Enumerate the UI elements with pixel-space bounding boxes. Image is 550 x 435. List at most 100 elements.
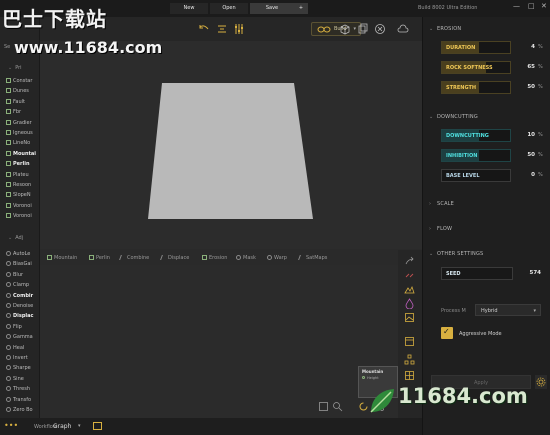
node-graph-canvas[interactable] — [40, 265, 398, 418]
node-shortcut-item[interactable]: Erosion — [202, 255, 227, 261]
settings-button[interactable] — [535, 375, 547, 389]
cloud-icon[interactable] — [397, 23, 409, 35]
fit-screen-icon[interactable] — [318, 401, 329, 412]
sidebar-node-item[interactable]: Transfo — [6, 396, 39, 404]
hierarchy-icon[interactable] — [404, 354, 415, 365]
param-slider[interactable]: ROCK SOFTNESS — [441, 61, 511, 74]
seed-value[interactable]: 574 — [521, 270, 541, 276]
sidebar-node-label: Constar — [13, 78, 33, 84]
param-value[interactable]: 65 — [515, 64, 535, 70]
sidebar-node-item[interactable]: Mountai — [6, 150, 39, 158]
section-scale[interactable]: › SCALE — [429, 201, 454, 207]
sidebar-node-item[interactable]: Blur — [6, 271, 39, 279]
param-value[interactable]: 50 — [515, 152, 535, 158]
maximize-button[interactable]: □ — [528, 2, 535, 10]
node-shortcut-item[interactable]: Warp — [267, 255, 287, 261]
sidebar-node-item[interactable]: Voronoi — [6, 202, 39, 210]
param-slider[interactable]: DOWNCUTTING — [441, 129, 511, 142]
process-mode-select[interactable]: Hybrid ▾ — [475, 304, 541, 316]
sidebar-node-item[interactable]: Fault — [6, 98, 39, 106]
fit-view-icon[interactable] — [216, 23, 228, 35]
sidebar-node-item[interactable]: Zero Bo — [6, 406, 39, 414]
graph-dropdown-icon[interactable]: ▾ — [78, 423, 81, 429]
param-value[interactable]: 50 — [515, 84, 535, 90]
sidebar-node-item[interactable]: Flip — [6, 323, 39, 331]
cube-icon[interactable] — [339, 23, 351, 35]
sidebar-node-item[interactable]: Thresh — [6, 385, 39, 393]
sidebar-node-item[interactable]: BiasGai — [6, 260, 39, 268]
param-slider[interactable]: BASE LEVEL — [441, 169, 511, 182]
sidebar-node-item[interactable]: Plateu — [6, 171, 39, 179]
sidebar-node-item[interactable]: Sharpe — [6, 364, 39, 372]
sidebar-node-item[interactable]: Perlin — [6, 160, 39, 168]
section-other-settings[interactable]: ⌄ OTHER SETTINGS — [429, 251, 483, 257]
minimize-button[interactable]: — — [513, 2, 520, 10]
sidebar-node-item[interactable]: Clamp — [6, 281, 39, 289]
slash-node-icon — [119, 255, 126, 260]
param-slider[interactable]: DURATION — [441, 41, 511, 54]
sidebar-node-item[interactable]: SlopeN — [6, 191, 39, 199]
sidebar-node-item[interactable]: Displac — [6, 312, 39, 320]
sidebar-node-item[interactable]: Constar — [6, 77, 39, 85]
section-adjustments[interactable]: ⌄ Adj — [8, 235, 23, 241]
terrain-icon[interactable] — [404, 284, 415, 295]
sliders-icon[interactable] — [233, 23, 245, 35]
seed-box[interactable]: SEED — [441, 267, 513, 280]
param-slider[interactable]: INHIBITION — [441, 149, 511, 162]
section-downcutting[interactable]: ⌄ DOWNCUTTING — [429, 114, 478, 120]
data-sheet-icon[interactable] — [404, 336, 415, 347]
new-button[interactable]: New — [170, 3, 208, 14]
save-button[interactable]: Save — [250, 3, 294, 14]
node-shortcut-item[interactable]: Perlin — [89, 255, 110, 261]
sidebar-node-item[interactable]: Voronoi — [6, 212, 39, 220]
share-arrow-icon[interactable] — [404, 256, 415, 267]
section-flow[interactable]: › FLOW — [429, 226, 452, 232]
sidebar-node-item[interactable]: Dunes — [6, 87, 39, 95]
zoom-icon[interactable] — [332, 401, 343, 412]
open-button[interactable]: Open — [210, 3, 248, 14]
sidebar-node-item[interactable]: Gradier — [6, 119, 39, 127]
section-primitives[interactable]: ⌄ Pri — [8, 65, 22, 71]
sidebar-node-item[interactable]: LineNo — [6, 139, 39, 147]
param-value[interactable]: 4 — [515, 44, 535, 50]
graph-node-port[interactable]: Height — [359, 376, 397, 380]
sidebar-node-item[interactable]: Combir — [6, 292, 39, 300]
terrain-3d-viewport[interactable] — [40, 41, 422, 249]
sidebar-node-item[interactable]: Gamma — [6, 333, 39, 341]
sidebar-node-item[interactable]: Sine — [6, 375, 39, 383]
sidebar-node-label: SlopeN — [13, 192, 31, 199]
save-options-button[interactable]: + — [294, 3, 308, 14]
node-shortcut-item[interactable]: SatMaps — [298, 255, 327, 261]
param-value[interactable]: 0 — [515, 172, 535, 178]
link-icon[interactable] — [404, 270, 415, 281]
sidebar-node-item[interactable]: Fbr — [6, 108, 39, 116]
param-slider[interactable]: STRENGTH — [441, 81, 511, 94]
menu-dots-icon[interactable]: ••• — [4, 421, 18, 430]
graph-selector[interactable]: Graph — [53, 423, 71, 430]
param-value[interactable]: 10 — [515, 132, 535, 138]
section-erosion[interactable]: ⌄ EROSION — [429, 26, 461, 32]
aggressive-mode-checkbox[interactable]: ✓ — [441, 327, 453, 339]
node-shortcut-item[interactable]: Mask — [236, 255, 256, 261]
undo-curve-icon[interactable] — [198, 23, 210, 35]
search-label[interactable]: Se — [4, 44, 10, 50]
sidebar-node-item[interactable]: Heal — [6, 344, 39, 352]
image-map-icon[interactable] — [404, 312, 415, 323]
monitor-icon[interactable] — [93, 422, 102, 430]
node-circle-icon — [6, 251, 11, 256]
node-shortcut-item[interactable]: Combine — [119, 255, 149, 261]
node-shortcut-item[interactable]: Mountain — [47, 255, 77, 261]
sidebar-node-item[interactable]: AutoLe — [6, 250, 39, 258]
node-circle-icon — [6, 386, 11, 392]
sidebar-node-item[interactable]: Igneous — [6, 129, 39, 137]
sidebar-node-item[interactable]: Denoise — [6, 302, 39, 310]
sidebar-node-item[interactable]: Resoon — [6, 181, 39, 189]
grid-icon[interactable] — [404, 370, 415, 381]
node-shortcut-item[interactable]: Displace — [160, 255, 189, 261]
cancel-circle-icon[interactable] — [374, 23, 386, 35]
close-window-button[interactable]: ✕ — [541, 2, 547, 10]
layers-icon[interactable] — [357, 23, 369, 35]
sidebar-node-item[interactable]: Invert — [6, 354, 39, 362]
droplet-icon[interactable] — [404, 298, 415, 309]
build-button[interactable]: Build ▾ — [311, 22, 361, 36]
